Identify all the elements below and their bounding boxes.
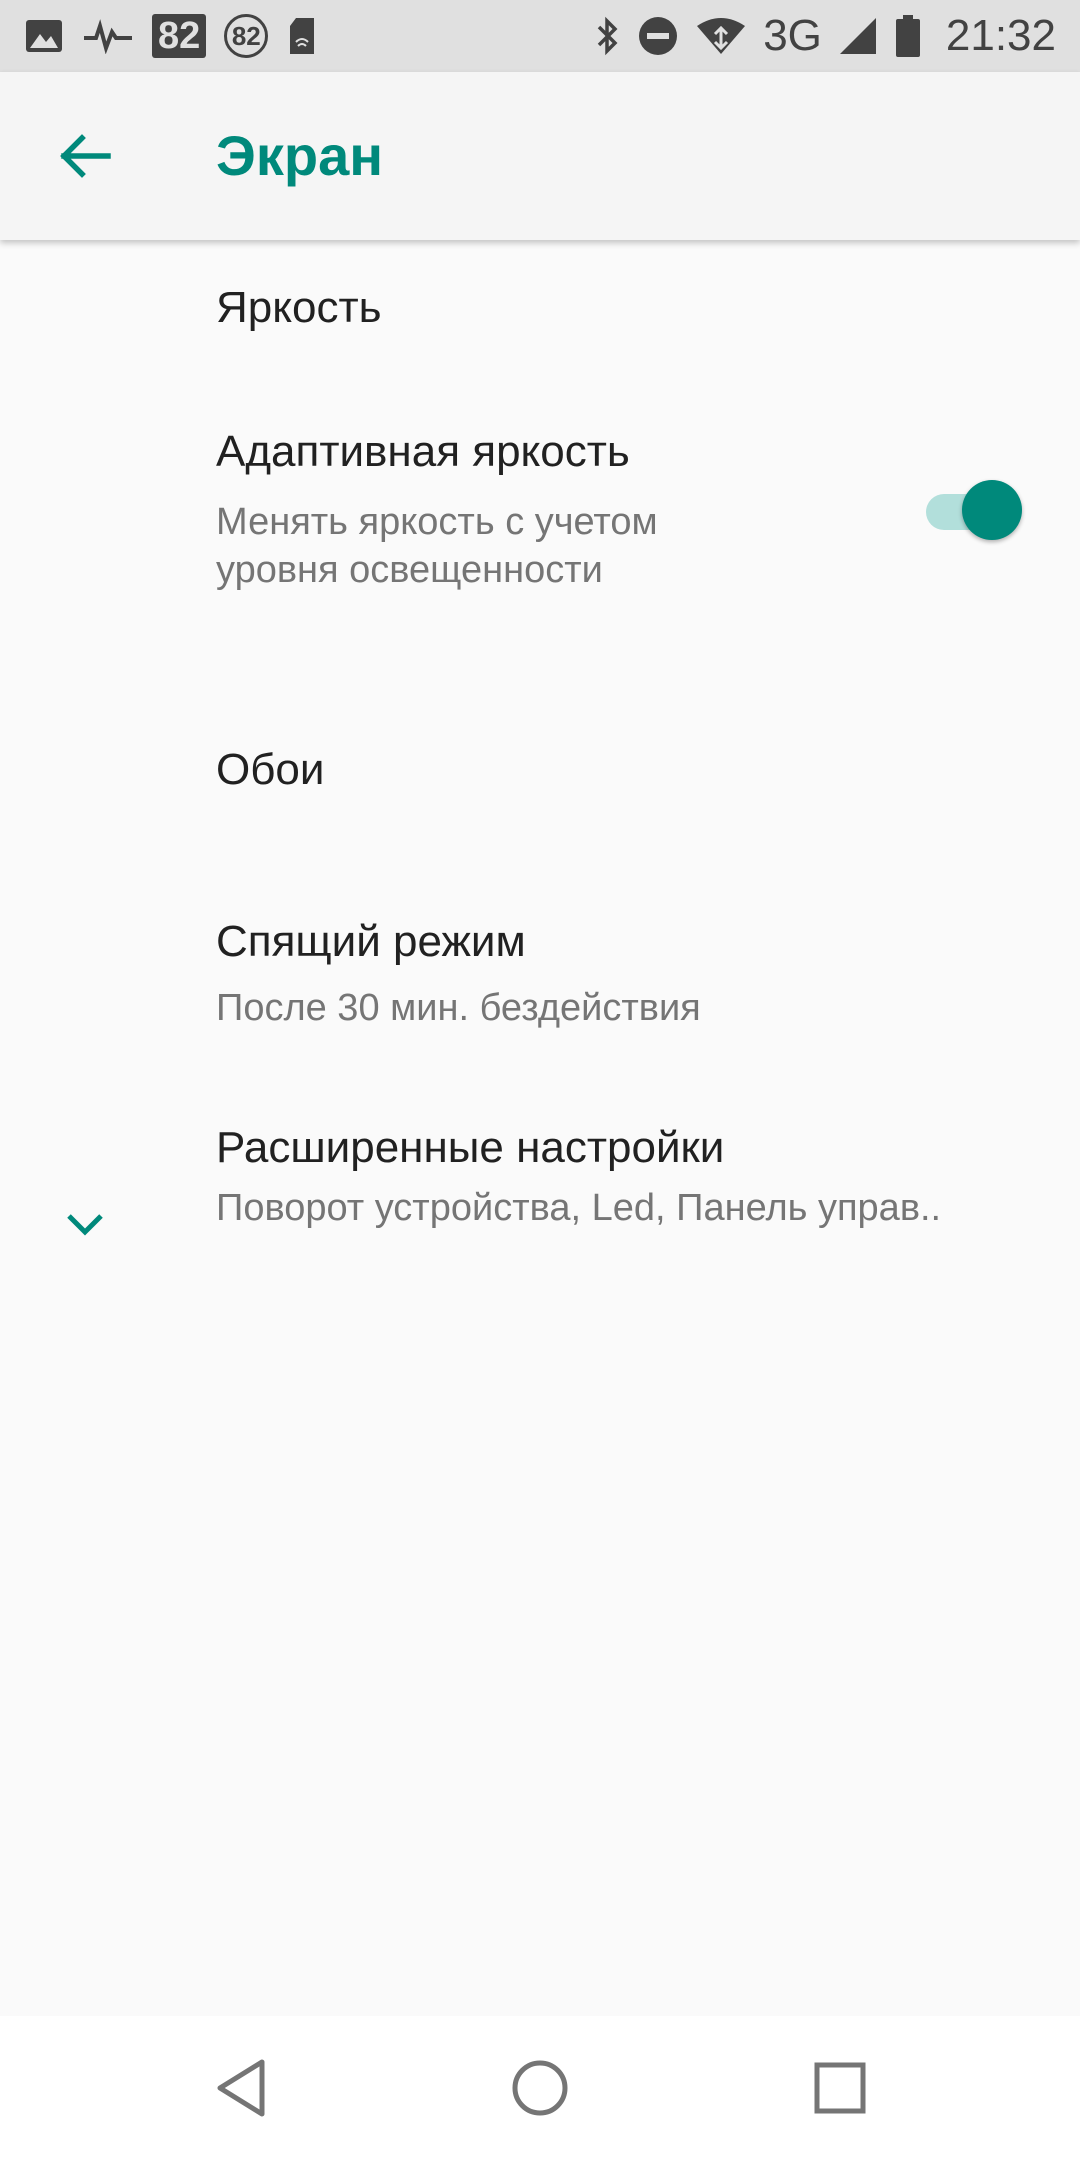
adaptive-brightness-toggle[interactable]	[922, 480, 1026, 540]
home-circle-icon	[512, 2060, 568, 2116]
setting-title: Яркость	[216, 283, 382, 332]
nav-recents-button[interactable]	[804, 2052, 876, 2124]
setting-sleep[interactable]: Спящий режим После 30 мин. бездействия	[0, 860, 1080, 1070]
battery-icon	[894, 14, 922, 58]
toggle-thumb	[962, 480, 1022, 540]
signal-icon	[838, 16, 878, 56]
setting-title: Обои	[216, 745, 325, 794]
setting-title: Адаптивная яркость	[216, 427, 630, 476]
nav-home-button[interactable]	[504, 2052, 576, 2124]
nav-back-button[interactable]	[206, 2052, 278, 2124]
app-bar: Экран	[0, 72, 1080, 240]
wifi-icon	[695, 16, 747, 56]
setting-title: Расширенные настройки	[216, 1123, 725, 1172]
back-triangle-icon	[217, 2059, 265, 2117]
page-title: Экран	[216, 124, 384, 187]
navigation-bar	[0, 2016, 1080, 2160]
arrow-back-icon	[60, 134, 111, 178]
setting-summary: Менять яркость с учетом	[216, 501, 658, 543]
setting-summary: После 30 мин. бездействия	[216, 987, 701, 1029]
sd-card-icon	[286, 16, 318, 56]
setting-wallpaper[interactable]: Обои	[0, 680, 1080, 860]
chevron-down-icon	[60, 1200, 110, 1250]
status-bar-notifications: 82 82	[24, 14, 318, 58]
setting-adaptive-brightness[interactable]: Адаптивная яркость Менять яркость с учет…	[0, 400, 1080, 660]
setting-brightness[interactable]: Яркость	[0, 240, 1080, 370]
back-button[interactable]	[44, 116, 124, 196]
network-type: 3G	[763, 11, 822, 60]
image-icon	[24, 18, 64, 54]
setting-title: Спящий режим	[216, 917, 526, 966]
bluetooth-icon	[595, 15, 621, 57]
status-bar: 82 82 3G 21:32	[0, 0, 1080, 72]
badge-82-icon: 82	[152, 14, 207, 58]
setting-summary: уровня освещенности	[216, 549, 603, 591]
pulse-icon	[82, 18, 134, 54]
setting-advanced[interactable]: Расширенные настройки Поворот устройства…	[0, 1070, 1080, 1260]
do-not-disturb-icon	[637, 15, 679, 57]
recents-square-icon	[814, 2062, 866, 2114]
status-bar-system: 3G 21:32	[595, 11, 1056, 61]
setting-summary: Поворот устройства, Led, Панель управ..	[216, 1187, 942, 1229]
clock: 21:32	[945, 11, 1056, 60]
badge-82-circle-icon: 82	[224, 14, 269, 58]
